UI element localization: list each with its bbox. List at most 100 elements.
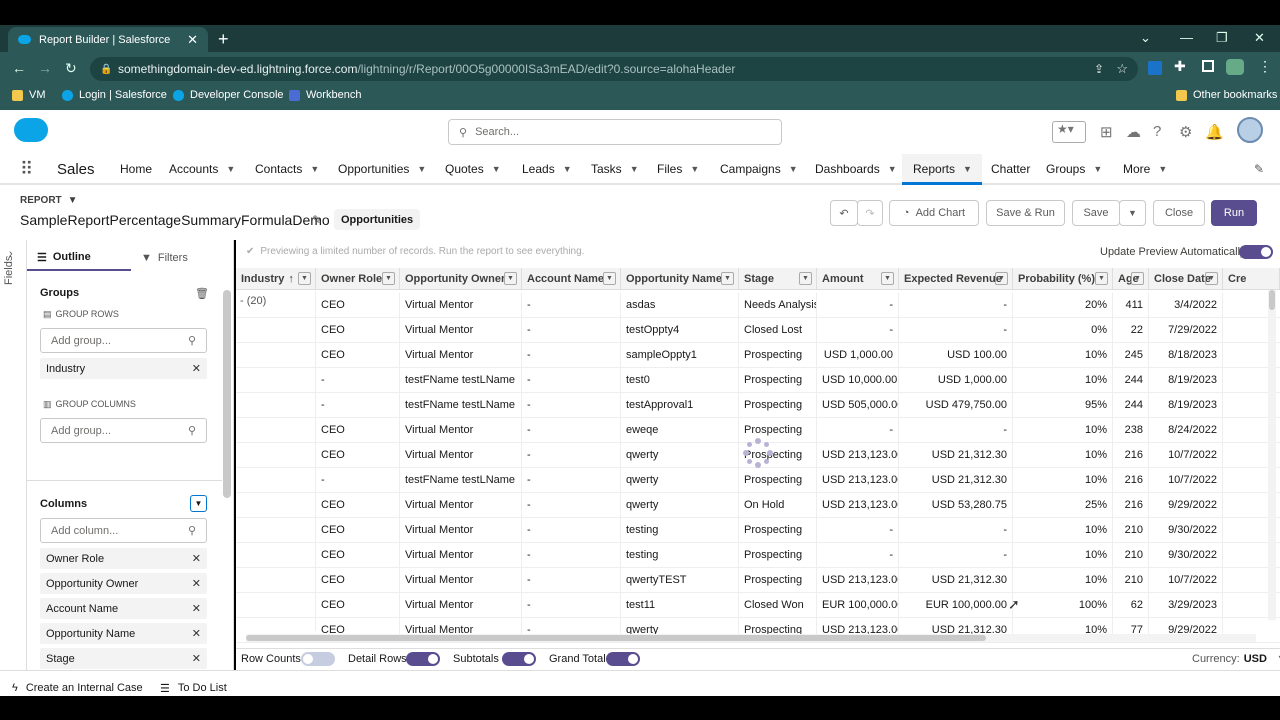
bookmark-workbench[interactable]: Workbench xyxy=(289,89,361,101)
vertical-scrollbar[interactable] xyxy=(1268,290,1276,620)
column-header[interactable]: Probability (%) ▼ xyxy=(1013,268,1113,290)
app-launcher-icon[interactable]: ⠿ xyxy=(20,159,33,180)
puzzle-icon[interactable]: ✚ xyxy=(1174,58,1186,75)
column-pill[interactable]: Account Name ✕ xyxy=(40,598,207,619)
update-preview-toggle[interactable] xyxy=(1239,245,1273,259)
chevron-down-icon[interactable]: ▼ xyxy=(563,164,572,174)
column-menu-icon[interactable]: ▼ xyxy=(603,272,616,285)
close-button[interactable]: Close xyxy=(1153,200,1205,226)
nav-chatter[interactable]: Chatter xyxy=(991,162,1030,176)
browser-tab[interactable]: Report Builder | Salesforce ✕ xyxy=(8,27,208,52)
column-menu-icon[interactable]: ▼ xyxy=(1131,272,1144,285)
other-bookmarks[interactable]: Other bookmarks xyxy=(1176,89,1277,101)
column-menu-icon[interactable]: ▼ xyxy=(995,272,1008,285)
table-row[interactable]: - testFName testLName - qwerty Prospecting US… xyxy=(236,468,1280,493)
chevron-down-icon[interactable]: ▼ xyxy=(1093,164,1102,174)
add-group-rows-input[interactable]: Add group... ⚲ xyxy=(40,328,207,353)
column-header[interactable]: Age ▼ xyxy=(1113,268,1149,290)
remove-icon[interactable]: ✕ xyxy=(192,362,201,375)
row-counts-toggle[interactable] xyxy=(301,652,335,666)
nav-reports[interactable]: Reports ▼ xyxy=(913,162,972,176)
remove-icon[interactable]: ✕ xyxy=(192,552,201,565)
detail-rows-toggle[interactable] xyxy=(406,652,440,666)
nav-accounts[interactable]: Accounts ▼ xyxy=(169,162,235,176)
close-window-icon[interactable]: ✕ xyxy=(1254,30,1265,46)
global-actions-icon[interactable]: ⊞ xyxy=(1100,123,1113,141)
minimize-icon[interactable]: — xyxy=(1180,30,1193,45)
url-bar[interactable]: 🔒 somethingdomain-dev-ed.lightning.force… xyxy=(90,57,1138,81)
sort-ascending-icon[interactable]: ↑ xyxy=(288,273,294,285)
row-group-pill[interactable]: Industry ✕ xyxy=(40,358,207,379)
nav-contacts[interactable]: Contacts ▼ xyxy=(255,162,319,176)
remove-icon[interactable]: ✕ xyxy=(192,627,201,640)
add-chart-button[interactable]: ◔ Add Chart xyxy=(889,200,979,226)
table-row[interactable]: CEO Virtual Mentor - test11 Closed Won EUR 10… xyxy=(236,593,1280,618)
bookmark-star-icon[interactable]: ☆ xyxy=(1116,61,1128,77)
nav-leads[interactable]: Leads ▼ xyxy=(522,162,572,176)
nav-home[interactable]: Home xyxy=(120,162,152,176)
table-row[interactable]: CEO Virtual Mentor - sampleOppty1 Prospectin… xyxy=(236,343,1280,368)
column-header[interactable]: Amount ▼ xyxy=(817,268,899,290)
horizontal-scrollbar-thumb[interactable] xyxy=(246,635,986,641)
user-avatar[interactable] xyxy=(1237,117,1263,143)
panel-scrollbar[interactable] xyxy=(223,290,231,498)
report-label[interactable]: REPORT ▼ xyxy=(20,195,78,206)
column-menu-icon[interactable]: ▼ xyxy=(881,272,894,285)
profile-icon[interactable] xyxy=(1226,59,1244,75)
edit-name-pencil-icon[interactable]: ✎ xyxy=(312,213,322,227)
utility-todo[interactable]: ☰ To Do List xyxy=(160,682,227,695)
vertical-scrollbar-thumb[interactable] xyxy=(1269,290,1275,310)
remove-icon[interactable]: ✕ xyxy=(192,652,201,665)
share-icon[interactable]: ⇪ xyxy=(1094,62,1104,76)
close-tab-icon[interactable]: ✕ xyxy=(187,32,198,48)
sidepanel-icon[interactable] xyxy=(1202,60,1214,72)
chevron-down-icon[interactable]: ▼ xyxy=(310,164,319,174)
favorites-icon[interactable]: ★▾ xyxy=(1052,121,1086,143)
column-header[interactable]: Account Name ▼ xyxy=(522,268,621,290)
bookmark-devconsole[interactable]: Developer Console xyxy=(173,89,284,101)
grand-total-toggle[interactable] xyxy=(606,652,640,666)
save-run-button[interactable]: Save & Run xyxy=(986,200,1065,226)
table-row[interactable]: - testFName testLName - test0 Prospecting USD… xyxy=(236,368,1280,393)
chevron-down-icon[interactable]: ▼ xyxy=(417,164,426,174)
column-header[interactable]: Close Date ▼ xyxy=(1149,268,1223,290)
forward-icon[interactable]: → xyxy=(38,60,52,76)
nav-groups[interactable]: Groups ▼ xyxy=(1046,162,1102,176)
notifications-bell-icon[interactable]: 🔔 xyxy=(1205,123,1224,141)
bookmark-vm[interactable]: VM xyxy=(12,89,46,101)
chevron-down-icon[interactable]: ▼ xyxy=(789,164,798,174)
add-column-input[interactable]: Add column... ⚲ xyxy=(40,518,207,543)
add-group-columns-input[interactable]: Add group... ⚲ xyxy=(40,418,207,443)
horizontal-scrollbar[interactable] xyxy=(246,634,1256,642)
utility-create-case[interactable]: ϟ Create an Internal Case xyxy=(12,682,143,694)
trash-icon[interactable]: 🗑 xyxy=(195,287,209,300)
global-search-input[interactable]: ⚲ Search... xyxy=(448,119,782,145)
column-menu-icon[interactable]: ▼ xyxy=(1095,272,1108,285)
fields-panel-strip[interactable] xyxy=(0,240,27,670)
extension-icon[interactable] xyxy=(1148,61,1162,75)
column-menu-icon[interactable]: ▼ xyxy=(504,272,517,285)
reload-icon[interactable]: ↻ xyxy=(65,60,77,77)
salesforce-logo[interactable] xyxy=(14,118,48,142)
caret-down-icon[interactable]: ▼ xyxy=(1158,164,1167,174)
nav-opportunities[interactable]: Opportunities ▼ xyxy=(338,162,426,176)
column-header[interactable]: Cre xyxy=(1223,268,1280,290)
chevron-down-icon[interactable]: ▼ xyxy=(226,164,235,174)
chevron-down-icon[interactable]: ▼ xyxy=(492,164,501,174)
column-menu-icon[interactable]: ▼ xyxy=(298,272,311,285)
redo-button[interactable]: ↷ xyxy=(857,200,883,226)
table-row[interactable]: CEO Virtual Mentor - qwertyTEST Prospecting U… xyxy=(236,568,1280,593)
column-pill[interactable]: Owner Role ✕ xyxy=(40,548,207,569)
table-row[interactable]: CEO Virtual Mentor - qwerty On Hold USD 213,1… xyxy=(236,493,1280,518)
chevron-down-icon[interactable]: ▼ xyxy=(630,164,639,174)
table-row[interactable]: CEO Virtual Mentor - testing Prospecting - -10… xyxy=(236,518,1280,543)
help-icon[interactable]: ? xyxy=(1153,123,1161,140)
tab-filters[interactable]: ▼ Filters xyxy=(131,245,227,271)
currency-selector[interactable]: Currency:USD▼ xyxy=(1192,653,1280,665)
chevron-down-icon[interactable]: ▼ xyxy=(963,164,972,174)
undo-button[interactable]: ↶ xyxy=(830,200,858,226)
save-menu-button[interactable]: ▼ xyxy=(1119,200,1146,226)
nav-dashboards[interactable]: Dashboards ▼ xyxy=(815,162,897,176)
new-tab-icon[interactable]: + xyxy=(218,29,229,50)
bookmark-login[interactable]: Login | Salesforce xyxy=(62,89,167,101)
